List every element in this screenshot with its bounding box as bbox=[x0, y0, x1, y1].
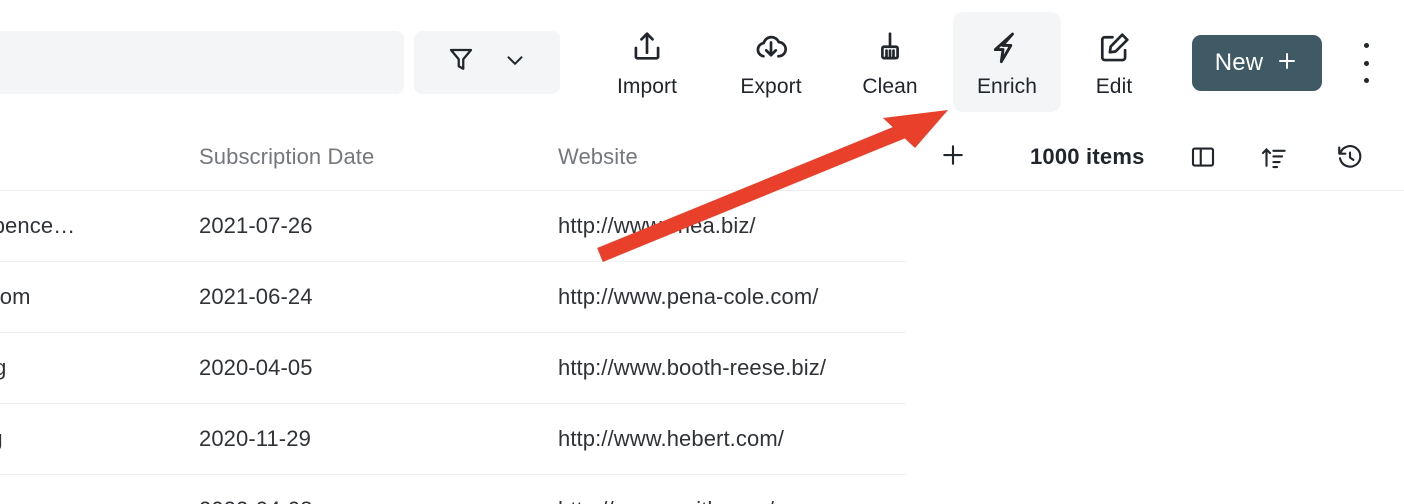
table-row[interactable]: mccoy.com 2021-06-24 http://www.pena-col… bbox=[0, 262, 906, 333]
pencil-square-icon bbox=[1095, 27, 1133, 69]
kebab-dot bbox=[1363, 78, 1369, 83]
broom-icon bbox=[871, 27, 909, 69]
cell-domain: e.info bbox=[0, 475, 182, 504]
item-count-label: 1000 items bbox=[1030, 144, 1145, 169]
lightning-bolt-icon bbox=[988, 27, 1026, 69]
cell-domain: ierce.org bbox=[0, 355, 7, 380]
column-header-domain[interactable] bbox=[0, 124, 180, 190]
import-button-label: Import bbox=[616, 75, 678, 98]
kebab-dot bbox=[1363, 60, 1369, 66]
table-row[interactable]: pard.org 2020-11-29 http://www.hebert.co… bbox=[0, 404, 906, 475]
edit-button-label: Edit bbox=[1095, 75, 1133, 98]
plus-icon bbox=[1275, 49, 1299, 78]
search-input[interactable]: arch bbox=[0, 31, 404, 94]
enrich-button-label: Enrich bbox=[976, 75, 1038, 98]
filter-button[interactable] bbox=[414, 31, 560, 94]
table-body: omez-spence… 2021-07-26 http://www.shea.… bbox=[0, 191, 1404, 504]
clean-button-label: Clean bbox=[862, 75, 918, 98]
split-panel-icon[interactable] bbox=[1188, 124, 1218, 190]
sort-ascending-icon[interactable] bbox=[1259, 124, 1289, 190]
toolbar: arch Import bbox=[0, 0, 1404, 124]
cell-date: 2021-07-26 bbox=[199, 213, 313, 238]
history-clock-icon[interactable] bbox=[1335, 124, 1365, 190]
new-button-label: New bbox=[1214, 49, 1264, 76]
cell-date: 2020-11-29 bbox=[199, 426, 311, 451]
cell-date: 2020-04-05 bbox=[199, 355, 313, 380]
app-root: arch Import bbox=[0, 0, 1404, 504]
cell-website: http://www.pena-cole.com/ bbox=[558, 284, 819, 309]
clean-button[interactable]: Clean bbox=[836, 12, 944, 112]
edit-button[interactable]: Edit bbox=[1060, 12, 1168, 112]
column-header-subscription-date[interactable]: Subscription Date bbox=[199, 124, 539, 190]
chevron-down-icon bbox=[502, 47, 528, 78]
overflow-menu-button[interactable] bbox=[1353, 40, 1379, 86]
plus-icon bbox=[938, 140, 968, 175]
cell-website: http://www.shea.biz/ bbox=[558, 213, 756, 238]
export-button[interactable]: Export bbox=[717, 12, 825, 112]
import-button[interactable]: Import bbox=[593, 12, 701, 112]
export-button-label: Export bbox=[740, 75, 802, 98]
table-row[interactable]: omez-spence… 2021-07-26 http://www.shea.… bbox=[0, 191, 906, 262]
add-column-button[interactable] bbox=[938, 124, 968, 190]
kebab-dot bbox=[1363, 43, 1369, 48]
cell-website: http://www.hebert.com/ bbox=[558, 426, 784, 451]
cell-domain: pard.org bbox=[0, 404, 182, 474]
table-row[interactable]: e.info 2022-04-08 http://www.smith.com/ bbox=[0, 475, 906, 504]
cell-date: 2022-04-08 bbox=[199, 475, 539, 504]
cell-domain: omez-spence… bbox=[0, 213, 76, 238]
data-table: Subscription Date Website 1000 items pen… bbox=[0, 124, 1404, 504]
cloud-download-icon bbox=[752, 27, 790, 69]
column-header-website[interactable]: Website bbox=[558, 124, 898, 190]
cell-website: http://www.smith.com/ bbox=[558, 475, 958, 504]
cell-date: 2021-06-24 bbox=[199, 284, 313, 309]
cell-domain: mccoy.com bbox=[0, 284, 31, 309]
cell-website: http://www.booth-reese.biz/ bbox=[558, 355, 827, 380]
table-row[interactable]: ierce.org 2020-04-05 http://www.booth-re… bbox=[0, 333, 906, 404]
enrich-button[interactable]: Enrich bbox=[953, 12, 1061, 112]
upload-tray-icon bbox=[628, 27, 666, 69]
funnel-icon bbox=[446, 45, 476, 80]
new-button[interactable]: New bbox=[1192, 35, 1322, 91]
table-header-row: Subscription Date Website 1000 items bbox=[0, 124, 1404, 191]
